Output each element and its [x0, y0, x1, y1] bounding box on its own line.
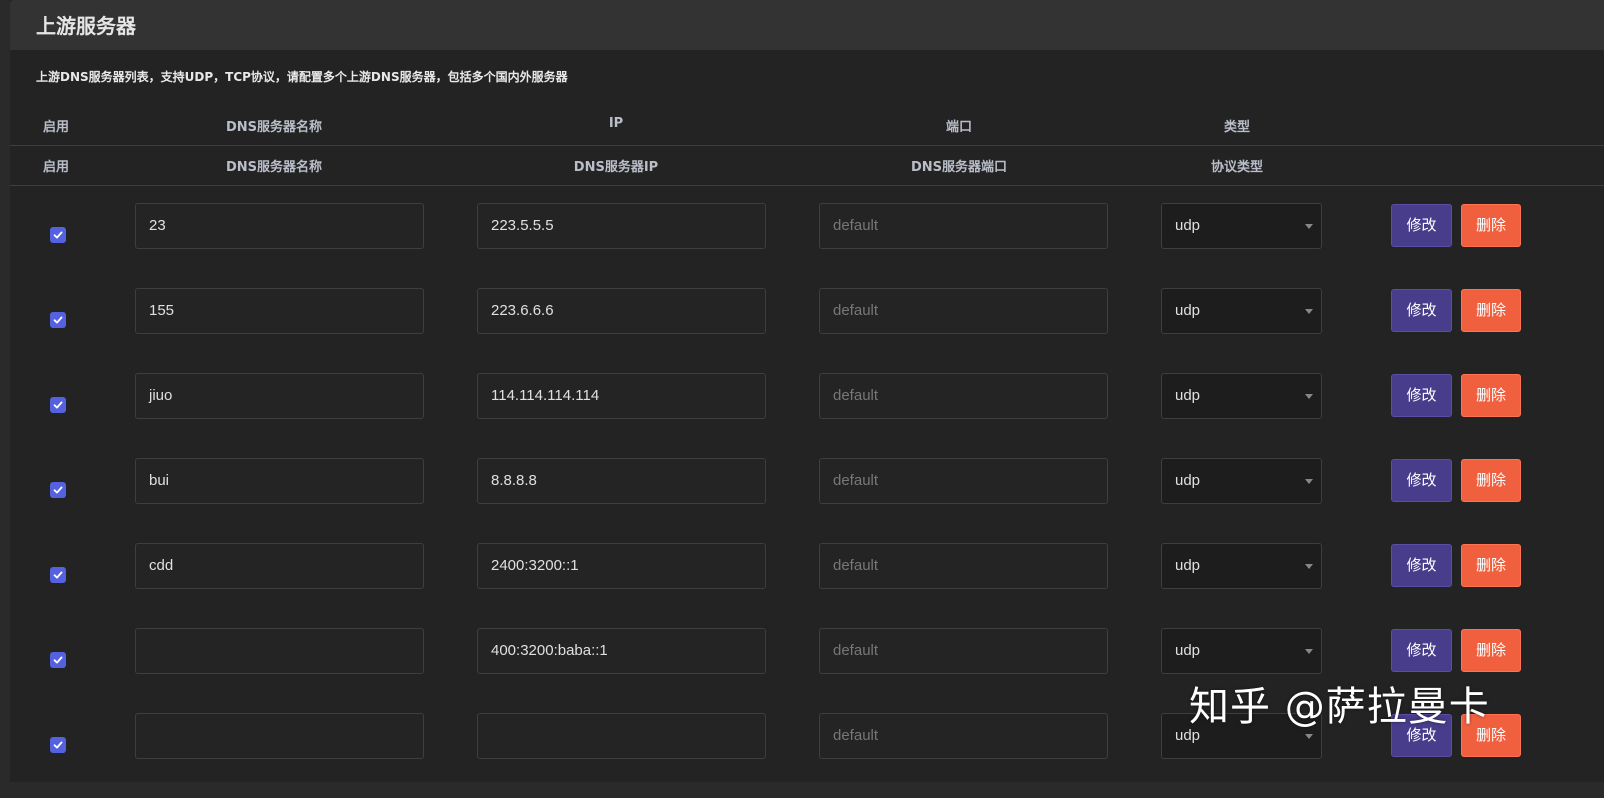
chevron-down-icon: [1305, 224, 1313, 229]
table-header-secondary: 启用 DNS服务器名称 DNS服务器IP DNS服务器端口 协议类型: [10, 145, 1604, 186]
server-name-input[interactable]: 23: [135, 203, 424, 249]
delete-button[interactable]: 删除: [1461, 459, 1521, 502]
watermark: 知乎 @萨拉曼卡: [1189, 684, 1490, 730]
header-port: DNS服务器端口: [910, 160, 1008, 175]
chevron-down-icon: [1305, 394, 1313, 399]
server-ip-input[interactable]: 400:3200:baba::1: [477, 628, 766, 674]
table-row: cdd 2400:3200::1 default udp 修改 删除: [10, 543, 1604, 628]
header-port: 端口: [945, 120, 973, 135]
table-header-primary: 启用 DNS服务器名称 IP 端口 类型: [10, 116, 1604, 144]
server-ip-input[interactable]: [477, 713, 766, 759]
protocol-select[interactable]: udp: [1161, 288, 1322, 334]
server-ip-input[interactable]: 223.5.5.5: [477, 203, 766, 249]
panel-header: 上游服务器: [10, 0, 1604, 50]
enable-checkbox[interactable]: [50, 567, 66, 583]
chevron-down-icon: [1305, 564, 1313, 569]
panel-title: 上游服务器: [36, 14, 136, 38]
server-ip-input[interactable]: 223.6.6.6: [477, 288, 766, 334]
delete-button[interactable]: 删除: [1461, 204, 1521, 247]
table-row: bui 8.8.8.8 default udp 修改 删除: [10, 458, 1604, 543]
edit-button[interactable]: 修改: [1391, 544, 1452, 587]
header-type: 类型: [1223, 120, 1251, 135]
delete-button[interactable]: 删除: [1461, 544, 1521, 587]
chevron-down-icon: [1305, 479, 1313, 484]
server-port-input[interactable]: default: [819, 203, 1108, 249]
chevron-down-icon: [1305, 649, 1313, 654]
checkmark-icon: [53, 231, 63, 239]
delete-button[interactable]: 删除: [1461, 374, 1521, 417]
protocol-select[interactable]: udp: [1161, 458, 1322, 504]
header-name: DNS服务器名称: [225, 160, 323, 175]
checkmark-icon: [53, 401, 63, 409]
edit-button[interactable]: 修改: [1391, 204, 1452, 247]
header-ip: DNS服务器IP: [573, 160, 659, 175]
server-ip-input[interactable]: 8.8.8.8: [477, 458, 766, 504]
checkmark-icon: [53, 656, 63, 664]
server-port-input[interactable]: default: [819, 628, 1108, 674]
server-ip-input[interactable]: 2400:3200::1: [477, 543, 766, 589]
edit-button[interactable]: 修改: [1391, 374, 1452, 417]
chevron-down-icon: [1305, 734, 1313, 739]
checkmark-icon: [53, 316, 63, 324]
protocol-select[interactable]: udp: [1161, 543, 1322, 589]
server-port-input[interactable]: default: [819, 458, 1108, 504]
header-enable: 启用: [42, 120, 70, 135]
header-type: 协议类型: [1210, 160, 1264, 175]
server-name-input[interactable]: [135, 628, 424, 674]
header-ip: IP: [608, 116, 624, 131]
enable-checkbox[interactable]: [50, 397, 66, 413]
protocol-select[interactable]: udp: [1161, 203, 1322, 249]
protocol-select[interactable]: udp: [1161, 373, 1322, 419]
server-name-input[interactable]: bui: [135, 458, 424, 504]
upstream-servers-panel: 上游服务器 上游DNS服务器列表，支持UDP，TCP协议，请配置多个上游DNS服…: [10, 0, 1604, 782]
protocol-select-value: udp: [1175, 557, 1201, 574]
protocol-select-value: udp: [1175, 387, 1201, 404]
enable-checkbox[interactable]: [50, 737, 66, 753]
checkmark-icon: [53, 571, 63, 579]
server-name-input[interactable]: cdd: [135, 543, 424, 589]
edit-button[interactable]: 修改: [1391, 459, 1452, 502]
chevron-down-icon: [1305, 309, 1313, 314]
checkmark-icon: [53, 486, 63, 494]
server-name-input[interactable]: jiuo: [135, 373, 424, 419]
enable-checkbox[interactable]: [50, 312, 66, 328]
server-port-input[interactable]: default: [819, 713, 1108, 759]
delete-button[interactable]: 删除: [1461, 289, 1521, 332]
server-port-input[interactable]: default: [819, 288, 1108, 334]
panel-description: 上游DNS服务器列表，支持UDP，TCP协议，请配置多个上游DNS服务器，包括多…: [36, 70, 568, 84]
table-row: jiuo 114.114.114.114 default udp 修改 删除: [10, 373, 1604, 458]
checkmark-icon: [53, 741, 63, 749]
server-name-input[interactable]: [135, 713, 424, 759]
table-row: 23 223.5.5.5 default udp 修改 删除: [10, 203, 1604, 288]
protocol-select-value: udp: [1175, 472, 1201, 489]
protocol-select-value: udp: [1175, 217, 1201, 234]
server-name-input[interactable]: 155: [135, 288, 424, 334]
delete-button[interactable]: 删除: [1461, 629, 1521, 672]
server-port-input[interactable]: default: [819, 373, 1108, 419]
edit-button[interactable]: 修改: [1391, 289, 1452, 332]
header-enable: 启用: [42, 160, 70, 175]
server-ip-input[interactable]: 114.114.114.114: [477, 373, 766, 419]
protocol-select-value: udp: [1175, 642, 1201, 659]
protocol-select-value: udp: [1175, 302, 1201, 319]
server-port-input[interactable]: default: [819, 543, 1108, 589]
enable-checkbox[interactable]: [50, 652, 66, 668]
table-row: 155 223.6.6.6 default udp 修改 删除: [10, 288, 1604, 373]
edit-button[interactable]: 修改: [1391, 629, 1452, 672]
protocol-select[interactable]: udp: [1161, 628, 1322, 674]
header-name: DNS服务器名称: [225, 120, 323, 135]
enable-checkbox[interactable]: [50, 227, 66, 243]
enable-checkbox[interactable]: [50, 482, 66, 498]
